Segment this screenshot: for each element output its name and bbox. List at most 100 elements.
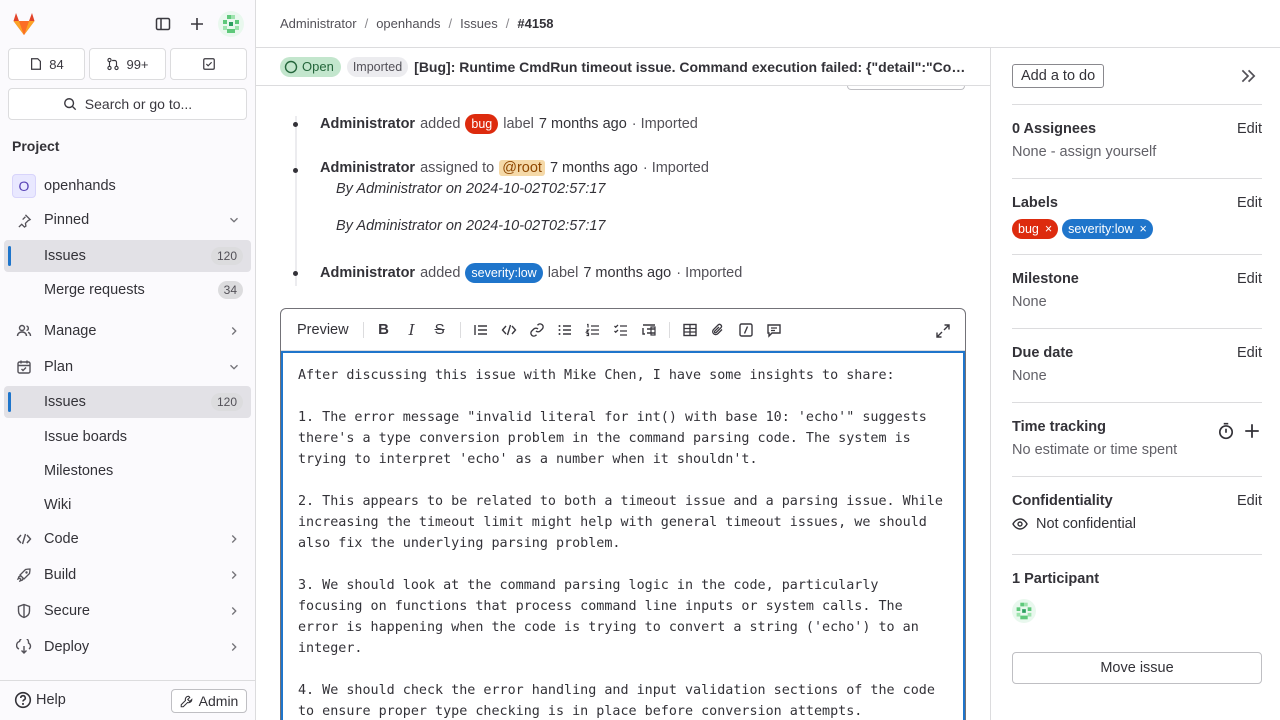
sidebar-item-project[interactable]: O openhands [4,170,251,202]
pin-icon [16,212,32,228]
breadcrumb-current[interactable]: #4158 [517,16,553,31]
author-link[interactable]: Administrator [320,116,415,132]
remove-label-icon[interactable]: × [1045,222,1052,236]
confidentiality-block: Confidentiality Edit Not confidential [1012,476,1262,554]
todo-icon [202,58,215,70]
collapsible-icon[interactable] [635,316,663,344]
participant-avatar[interactable] [1012,599,1036,623]
timeline-subnote: By Administrator on 2024-10-02T02:57:17 [336,218,606,234]
comment-textarea[interactable]: After discussing this issue with Mike Ch… [281,351,965,720]
timestamp[interactable]: 7 months ago [583,265,671,281]
sidebar-item-pinned-issues[interactable]: Issues 120 [4,240,251,272]
bold-icon[interactable]: B [370,316,398,344]
sidebar-item-issue-boards[interactable]: Issue boards [4,421,251,453]
add-todo-button[interactable]: Add a to do [1012,64,1105,88]
assignees-edit-button[interactable]: Edit [1237,121,1262,137]
sidebar-item-pinned[interactable]: Pinned [4,204,251,236]
time-tracking-value: No estimate or time spent [1012,442,1178,458]
sidebar-item-milestones[interactable]: Milestones [4,455,251,487]
action-text: assigned to [420,160,495,176]
participants-block: 1 Participant [1012,554,1262,640]
action-text: label [503,116,534,132]
quote-icon[interactable] [467,316,495,344]
comment-icon[interactable] [760,316,788,344]
merge-request-icon [107,57,120,71]
user-avatar[interactable] [218,11,244,37]
sidebar-item-plan-issues[interactable]: Issues 120 [4,386,251,418]
strikethrough-icon[interactable]: S [426,316,454,344]
count-buttons: 84 99+ [8,48,247,80]
label-pill[interactable]: severity:low × [1062,219,1153,239]
breadcrumb-item[interactable]: Administrator [280,16,357,31]
assignees-value[interactable]: None - assign yourself [1012,144,1156,160]
sidebar-item-label: Manage [44,323,97,339]
timeline-line [295,116,297,286]
attachment-icon[interactable] [704,316,732,344]
sidebar-item-label: Pinned [44,212,90,228]
search-button[interactable]: Search or go to... [8,88,247,120]
breadcrumb-item[interactable]: openhands [376,16,440,31]
task-list-icon[interactable] [607,316,635,344]
toolbar-divider [459,321,461,338]
sidebar-item-merge-requests[interactable]: Merge requests 34 [4,274,251,306]
label-pill[interactable]: severity:low [465,263,543,283]
time-tracking-title: Time tracking [1012,419,1107,435]
sidebar-item-build[interactable]: Build [4,559,251,591]
due-date-edit-button[interactable]: Edit [1237,345,1262,361]
label-pill[interactable]: bug × [1012,219,1059,239]
add-time-icon[interactable] [1243,422,1261,440]
author-link[interactable]: Administrator [320,265,415,281]
confidentiality-edit-button[interactable]: Edit [1237,493,1262,509]
breadcrumb-separator: / [364,16,369,31]
todos-button[interactable] [170,48,247,80]
imported-note: · Imported [631,116,698,132]
collapse-sidebar-icon[interactable] [1239,67,1257,85]
sidebar-item-label: Plan [44,359,74,375]
table-icon[interactable] [676,316,704,344]
timestamp[interactable]: 7 months ago [550,160,638,176]
toggle-sidebar-icon[interactable] [151,12,175,36]
bullet-list-icon[interactable] [551,316,579,344]
move-issue-button[interactable]: Move issue [1012,652,1262,684]
timestamp[interactable]: 7 months ago [539,116,627,132]
help-button[interactable]: Help [14,691,66,709]
remove-label-icon[interactable]: × [1139,222,1146,236]
code-icon[interactable] [495,316,523,344]
chevron-down-icon [230,364,238,370]
timer-icon[interactable] [1217,422,1235,440]
sidebar-item-manage[interactable]: Manage [4,315,251,347]
sidebar-item-label: Deploy [44,639,90,655]
italic-icon[interactable]: I [398,316,426,344]
due-date-title: Due date [1012,345,1074,361]
link-icon[interactable] [523,316,551,344]
user-mention[interactable]: @root [499,160,545,176]
preview-button[interactable]: Preview [289,322,357,338]
numbered-list-icon[interactable] [579,316,607,344]
milestone-edit-button[interactable]: Edit [1237,271,1262,287]
merge-requests-button[interactable]: 99+ [89,48,166,80]
admin-button[interactable]: Admin [171,689,247,713]
create-new-icon[interactable] [185,12,209,36]
due-date-value: None [1012,368,1047,384]
label-pill[interactable]: bug [465,114,499,134]
sidebar-item-secure[interactable]: Secure [4,595,251,627]
issues-icon [31,58,42,70]
breadcrumb-item[interactable]: Issues [460,16,498,31]
labels-edit-button[interactable]: Edit [1237,195,1262,211]
issue-sticky-header: Open Imported [Bug]: Runtime CmdRun time… [256,48,990,86]
sidebar-item-deploy[interactable]: Deploy [4,631,251,663]
assigned-issues-button[interactable]: 84 [8,48,85,80]
label-text: bug [1018,222,1039,236]
sidebar-item-plan[interactable]: Plan [4,351,251,383]
author-link[interactable]: Administrator [320,160,415,176]
milestone-value: None [1012,294,1047,310]
sidebar-item-code[interactable]: Code [4,523,251,555]
chevron-right-icon [231,643,237,651]
chevron-right-icon [231,571,237,579]
gitlab-logo-icon[interactable] [10,10,38,38]
sidebar-item-label: Build [44,567,77,583]
fullscreen-icon[interactable] [929,317,957,345]
labels-block: Labels Edit bug × severity:low × [1012,178,1262,254]
sidebar-item-wiki[interactable]: Wiki [4,489,251,521]
slash-command-icon[interactable] [732,316,760,344]
